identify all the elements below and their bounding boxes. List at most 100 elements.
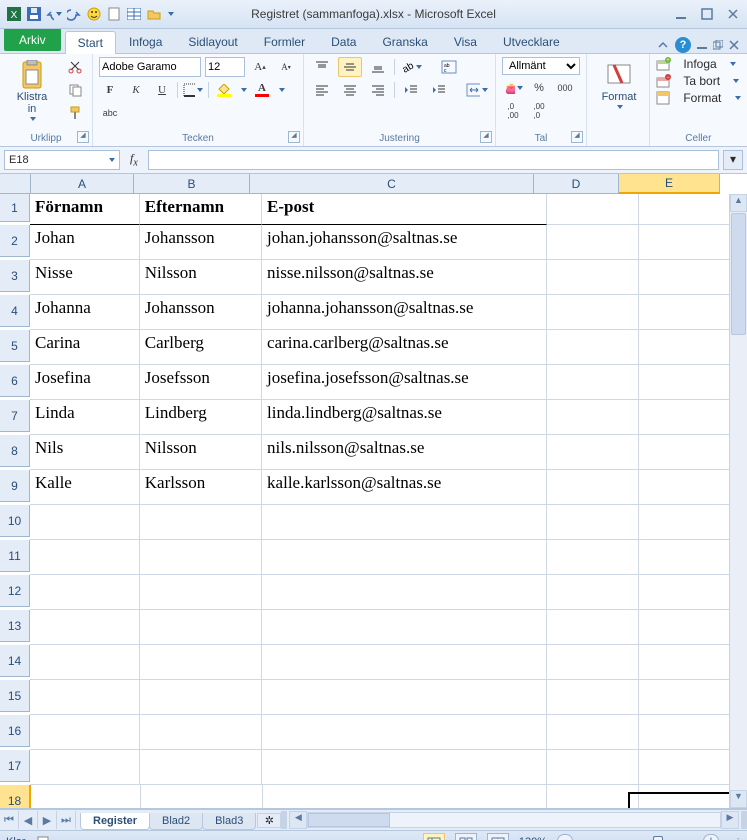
cell[interactable]: [140, 610, 262, 645]
window-restore-icon[interactable]: [713, 40, 723, 50]
increase-indent-icon[interactable]: [427, 80, 451, 100]
cell[interactable]: Förnamn: [30, 194, 140, 225]
cell[interactable]: Johanna: [30, 295, 140, 330]
maximize-icon[interactable]: [699, 6, 715, 22]
row-header[interactable]: 11: [0, 540, 30, 572]
font-color-icon[interactable]: A: [251, 80, 273, 100]
cell[interactable]: [30, 540, 140, 575]
cell[interactable]: Nils: [30, 435, 140, 470]
row-header[interactable]: 4: [0, 295, 30, 327]
cell[interactable]: Carina: [30, 330, 140, 365]
cell[interactable]: [262, 750, 547, 785]
cell[interactable]: johanna.johansson@saltnas.se: [262, 295, 547, 330]
insert-cells-button[interactable]: + Infoga: [656, 57, 741, 71]
underline-button[interactable]: U: [151, 80, 173, 100]
row-header[interactable]: 18: [0, 785, 31, 808]
align-launcher-icon[interactable]: ◢: [480, 131, 492, 143]
view-normal-icon[interactable]: [423, 833, 445, 840]
align-right-icon[interactable]: [366, 80, 390, 100]
sheet-tab-blad3[interactable]: Blad3: [202, 813, 256, 830]
row-header[interactable]: 13: [0, 610, 30, 642]
align-top-icon[interactable]: [310, 57, 334, 77]
smiley-icon[interactable]: [86, 6, 102, 22]
grow-font-icon[interactable]: A▴: [249, 57, 271, 77]
macro-record-icon[interactable]: [36, 835, 50, 840]
tab-sidlayout[interactable]: Sidlayout: [175, 30, 250, 53]
help-icon[interactable]: ?: [675, 37, 691, 53]
decrease-decimal-icon[interactable]: ,00,0: [528, 101, 550, 121]
cell[interactable]: Josefsson: [140, 365, 262, 400]
increase-decimal-icon[interactable]: ,0,00: [502, 101, 524, 121]
vertical-scrollbar[interactable]: ▲ ▼: [729, 194, 747, 808]
number-format-select[interactable]: Allmänt: [502, 57, 580, 75]
tab-formler[interactable]: Formler: [251, 30, 318, 53]
sheet-nav-next-icon[interactable]: ▶: [38, 811, 57, 829]
cell[interactable]: [547, 194, 639, 225]
tab-data[interactable]: Data: [318, 30, 369, 53]
tab-utvecklare[interactable]: Utvecklare: [490, 30, 573, 53]
cell[interactable]: [30, 750, 140, 785]
select-all-corner[interactable]: [0, 174, 31, 194]
font-name-input[interactable]: [99, 57, 201, 77]
orientation-icon[interactable]: ab: [399, 57, 423, 77]
close-icon[interactable]: [725, 6, 741, 22]
cell[interactable]: [547, 435, 639, 470]
cell[interactable]: [547, 330, 639, 365]
cell[interactable]: [30, 715, 140, 750]
cell[interactable]: [547, 400, 639, 435]
scroll-down-icon[interactable]: ▼: [730, 790, 747, 808]
cell[interactable]: [547, 505, 639, 540]
tab-start[interactable]: Start: [65, 31, 116, 54]
number-launcher-icon[interactable]: ◢: [571, 131, 583, 143]
cell[interactable]: [547, 645, 639, 680]
row-header[interactable]: 17: [0, 750, 30, 782]
cell[interactable]: Carlberg: [140, 330, 262, 365]
shrink-font-icon[interactable]: A▾: [275, 57, 297, 77]
sheet-tab-register[interactable]: Register: [80, 813, 150, 830]
cell[interactable]: [30, 575, 140, 610]
wrap-text-icon[interactable]: abc: [437, 57, 461, 77]
minimize-icon[interactable]: [673, 6, 689, 22]
row-header[interactable]: 12: [0, 575, 30, 607]
bold-button[interactable]: F: [99, 80, 121, 100]
cell[interactable]: johan.johansson@saltnas.se: [262, 225, 547, 260]
hscroll-splitter[interactable]: [741, 811, 747, 829]
cell[interactable]: [140, 540, 262, 575]
col-header-B[interactable]: B: [134, 174, 250, 194]
cell[interactable]: [30, 610, 140, 645]
row-header[interactable]: 6: [0, 365, 30, 397]
cell[interactable]: Linda: [30, 400, 140, 435]
fx-icon[interactable]: fx: [124, 151, 144, 168]
cell[interactable]: Johansson: [140, 295, 262, 330]
cell[interactable]: [262, 680, 547, 715]
cell[interactable]: Johansson: [140, 225, 262, 260]
table-icon[interactable]: [126, 6, 142, 22]
cut-icon[interactable]: [64, 57, 86, 77]
undo-icon[interactable]: [46, 6, 62, 22]
scroll-thumb[interactable]: [731, 213, 746, 335]
sheet-nav-prev-icon[interactable]: ◀: [19, 811, 38, 829]
tab-granska[interactable]: Granska: [369, 30, 440, 53]
cell[interactable]: [30, 645, 140, 680]
copy-icon[interactable]: [64, 80, 86, 100]
cell[interactable]: [547, 260, 639, 295]
cell[interactable]: [547, 610, 639, 645]
cell[interactable]: [547, 470, 639, 505]
resize-grip-icon[interactable]: ⋰: [729, 836, 741, 840]
cell[interactable]: [140, 680, 262, 715]
cell[interactable]: Lindberg: [140, 400, 262, 435]
cell[interactable]: [262, 505, 547, 540]
cell[interactable]: nisse.nilsson@saltnas.se: [262, 260, 547, 295]
new-doc-icon[interactable]: [106, 6, 122, 22]
italic-button[interactable]: K: [125, 80, 147, 100]
col-header-E[interactable]: E: [619, 174, 720, 194]
row-header[interactable]: 16: [0, 715, 30, 747]
sheet-nav-first-icon[interactable]: ⏮: [0, 811, 19, 829]
decrease-indent-icon[interactable]: [399, 80, 423, 100]
accounting-icon[interactable]: 👛: [502, 78, 524, 98]
cell[interactable]: Nilsson: [140, 260, 262, 295]
minimize-ribbon-icon[interactable]: [657, 39, 669, 51]
cell[interactable]: [140, 505, 262, 540]
format-painter-icon[interactable]: [64, 103, 86, 123]
format-cells-button[interactable]: Format: [656, 91, 741, 105]
